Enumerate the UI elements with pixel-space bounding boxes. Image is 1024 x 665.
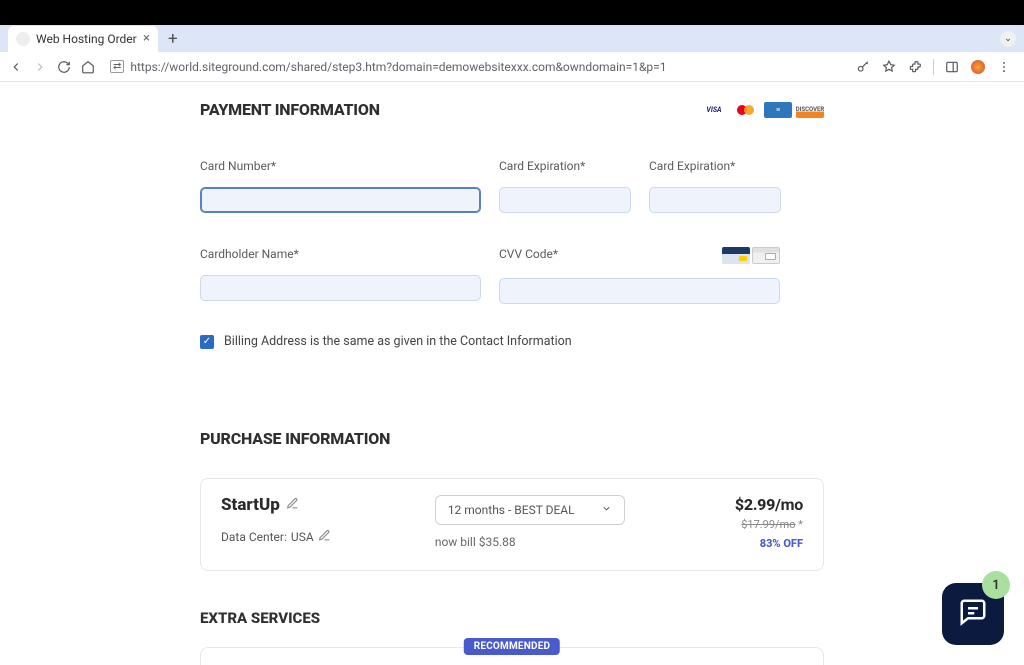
bookmark-icon[interactable] <box>881 59 897 75</box>
now-bill-label: now bill $35.88 <box>435 535 625 549</box>
recommended-badge: RECOMMENDED <box>464 638 560 655</box>
extensions-icon[interactable] <box>907 59 923 75</box>
chat-widget-button[interactable]: 1 <box>942 583 1004 645</box>
tab-favicon <box>16 32 30 46</box>
expiration-year-input[interactable] <box>649 187 781 213</box>
chat-badge: 1 <box>982 571 1010 599</box>
cvv-hint-front-icon <box>722 247 750 264</box>
data-center-label: Data Center: <box>221 530 287 544</box>
address-bar[interactable]: ⇄ https://world.siteground.com/shared/st… <box>104 56 847 78</box>
cardholder-input[interactable] <box>200 275 481 301</box>
browser-tab[interactable]: Web Hosting Order × <box>8 26 158 52</box>
edit-datacenter-icon[interactable] <box>318 529 331 545</box>
reload-button[interactable] <box>56 59 72 75</box>
cardholder-label: Cardholder Name* <box>200 247 481 261</box>
plan-old-price: $17.99/mo <box>741 518 795 531</box>
cvv-hint-back-icon <box>752 247 780 264</box>
plan-price-per: /mo <box>775 495 803 514</box>
menu-icon[interactable] <box>996 59 1012 75</box>
tab-close-icon[interactable]: × <box>143 31 150 46</box>
extra-service-box: RECOMMENDED Site Scanner 1 year $2.49/mo <box>200 647 824 665</box>
page-content: PAYMENT INFORMATION VISA ≡ DISCOVER Card… <box>0 82 1024 665</box>
card-number-input[interactable] <box>200 187 481 213</box>
key-icon[interactable] <box>855 59 871 75</box>
billing-same-checkbox[interactable]: ✓ <box>200 335 214 349</box>
billing-same-row[interactable]: ✓ Billing Address is the same as given i… <box>200 334 824 349</box>
chevron-down-icon <box>601 503 612 517</box>
cvv-input[interactable] <box>499 278 780 304</box>
accepted-cards: VISA ≡ DISCOVER <box>700 102 824 118</box>
billing-same-label: Billing Address is the same as given in … <box>224 334 572 349</box>
plan-box: StartUp Data Center: USA <box>200 478 824 571</box>
period-selected-label: 12 months - BEST DEAL <box>448 503 575 517</box>
visa-logo: VISA <box>700 102 728 118</box>
plan-name: StartUp <box>221 495 280 515</box>
expiration-month-label: Card Expiration* <box>499 159 631 173</box>
edit-plan-icon[interactable] <box>286 495 299 515</box>
cvv-label: CVV Code* <box>499 247 558 261</box>
site-info-icon[interactable]: ⇄ <box>110 60 124 73</box>
tab-overflow-button[interactable]: ⌄ <box>1000 31 1016 47</box>
payment-title: PAYMENT INFORMATION <box>200 100 380 119</box>
chat-icon <box>958 597 988 631</box>
amex-logo: ≡ <box>764 102 792 118</box>
browser-toolbar: ⇄ https://world.siteground.com/shared/st… <box>0 52 1024 82</box>
purchase-information-section: PURCHASE INFORMATION StartUp Data Center… <box>200 403 824 665</box>
expiration-month-input[interactable] <box>499 187 631 213</box>
tab-strip: Web Hosting Order × + ⌄ <box>0 25 1024 52</box>
data-center-value: USA <box>291 530 314 544</box>
billing-period-select[interactable]: 12 months - BEST DEAL <box>435 495 625 525</box>
new-tab-button[interactable]: + <box>168 29 178 49</box>
profile-icon[interactable] <box>970 59 986 75</box>
discover-logo: DISCOVER <box>796 102 824 118</box>
plan-price: $2.99 <box>735 495 775 514</box>
panel-icon[interactable] <box>944 59 960 75</box>
expiration-year-label: Card Expiration* <box>649 159 781 173</box>
extra-services-title: EXTRA SERVICES <box>200 609 824 627</box>
forward-button[interactable] <box>32 59 48 75</box>
back-button[interactable] <box>8 59 24 75</box>
mastercard-logo <box>732 102 760 118</box>
plan-old-asterisk: * <box>798 518 803 531</box>
purchase-title: PURCHASE INFORMATION <box>200 429 824 448</box>
url-text: https://world.siteground.com/shared/step… <box>130 60 666 74</box>
plan-discount: 83% OFF <box>625 537 803 550</box>
card-number-label: Card Number* <box>200 159 481 173</box>
payment-information-section: PAYMENT INFORMATION VISA ≡ DISCOVER Card… <box>200 82 824 377</box>
home-button[interactable] <box>80 59 96 75</box>
toolbar-divider <box>933 59 934 75</box>
window-top-bar <box>0 0 1024 25</box>
tab-title: Web Hosting Order <box>36 32 137 46</box>
